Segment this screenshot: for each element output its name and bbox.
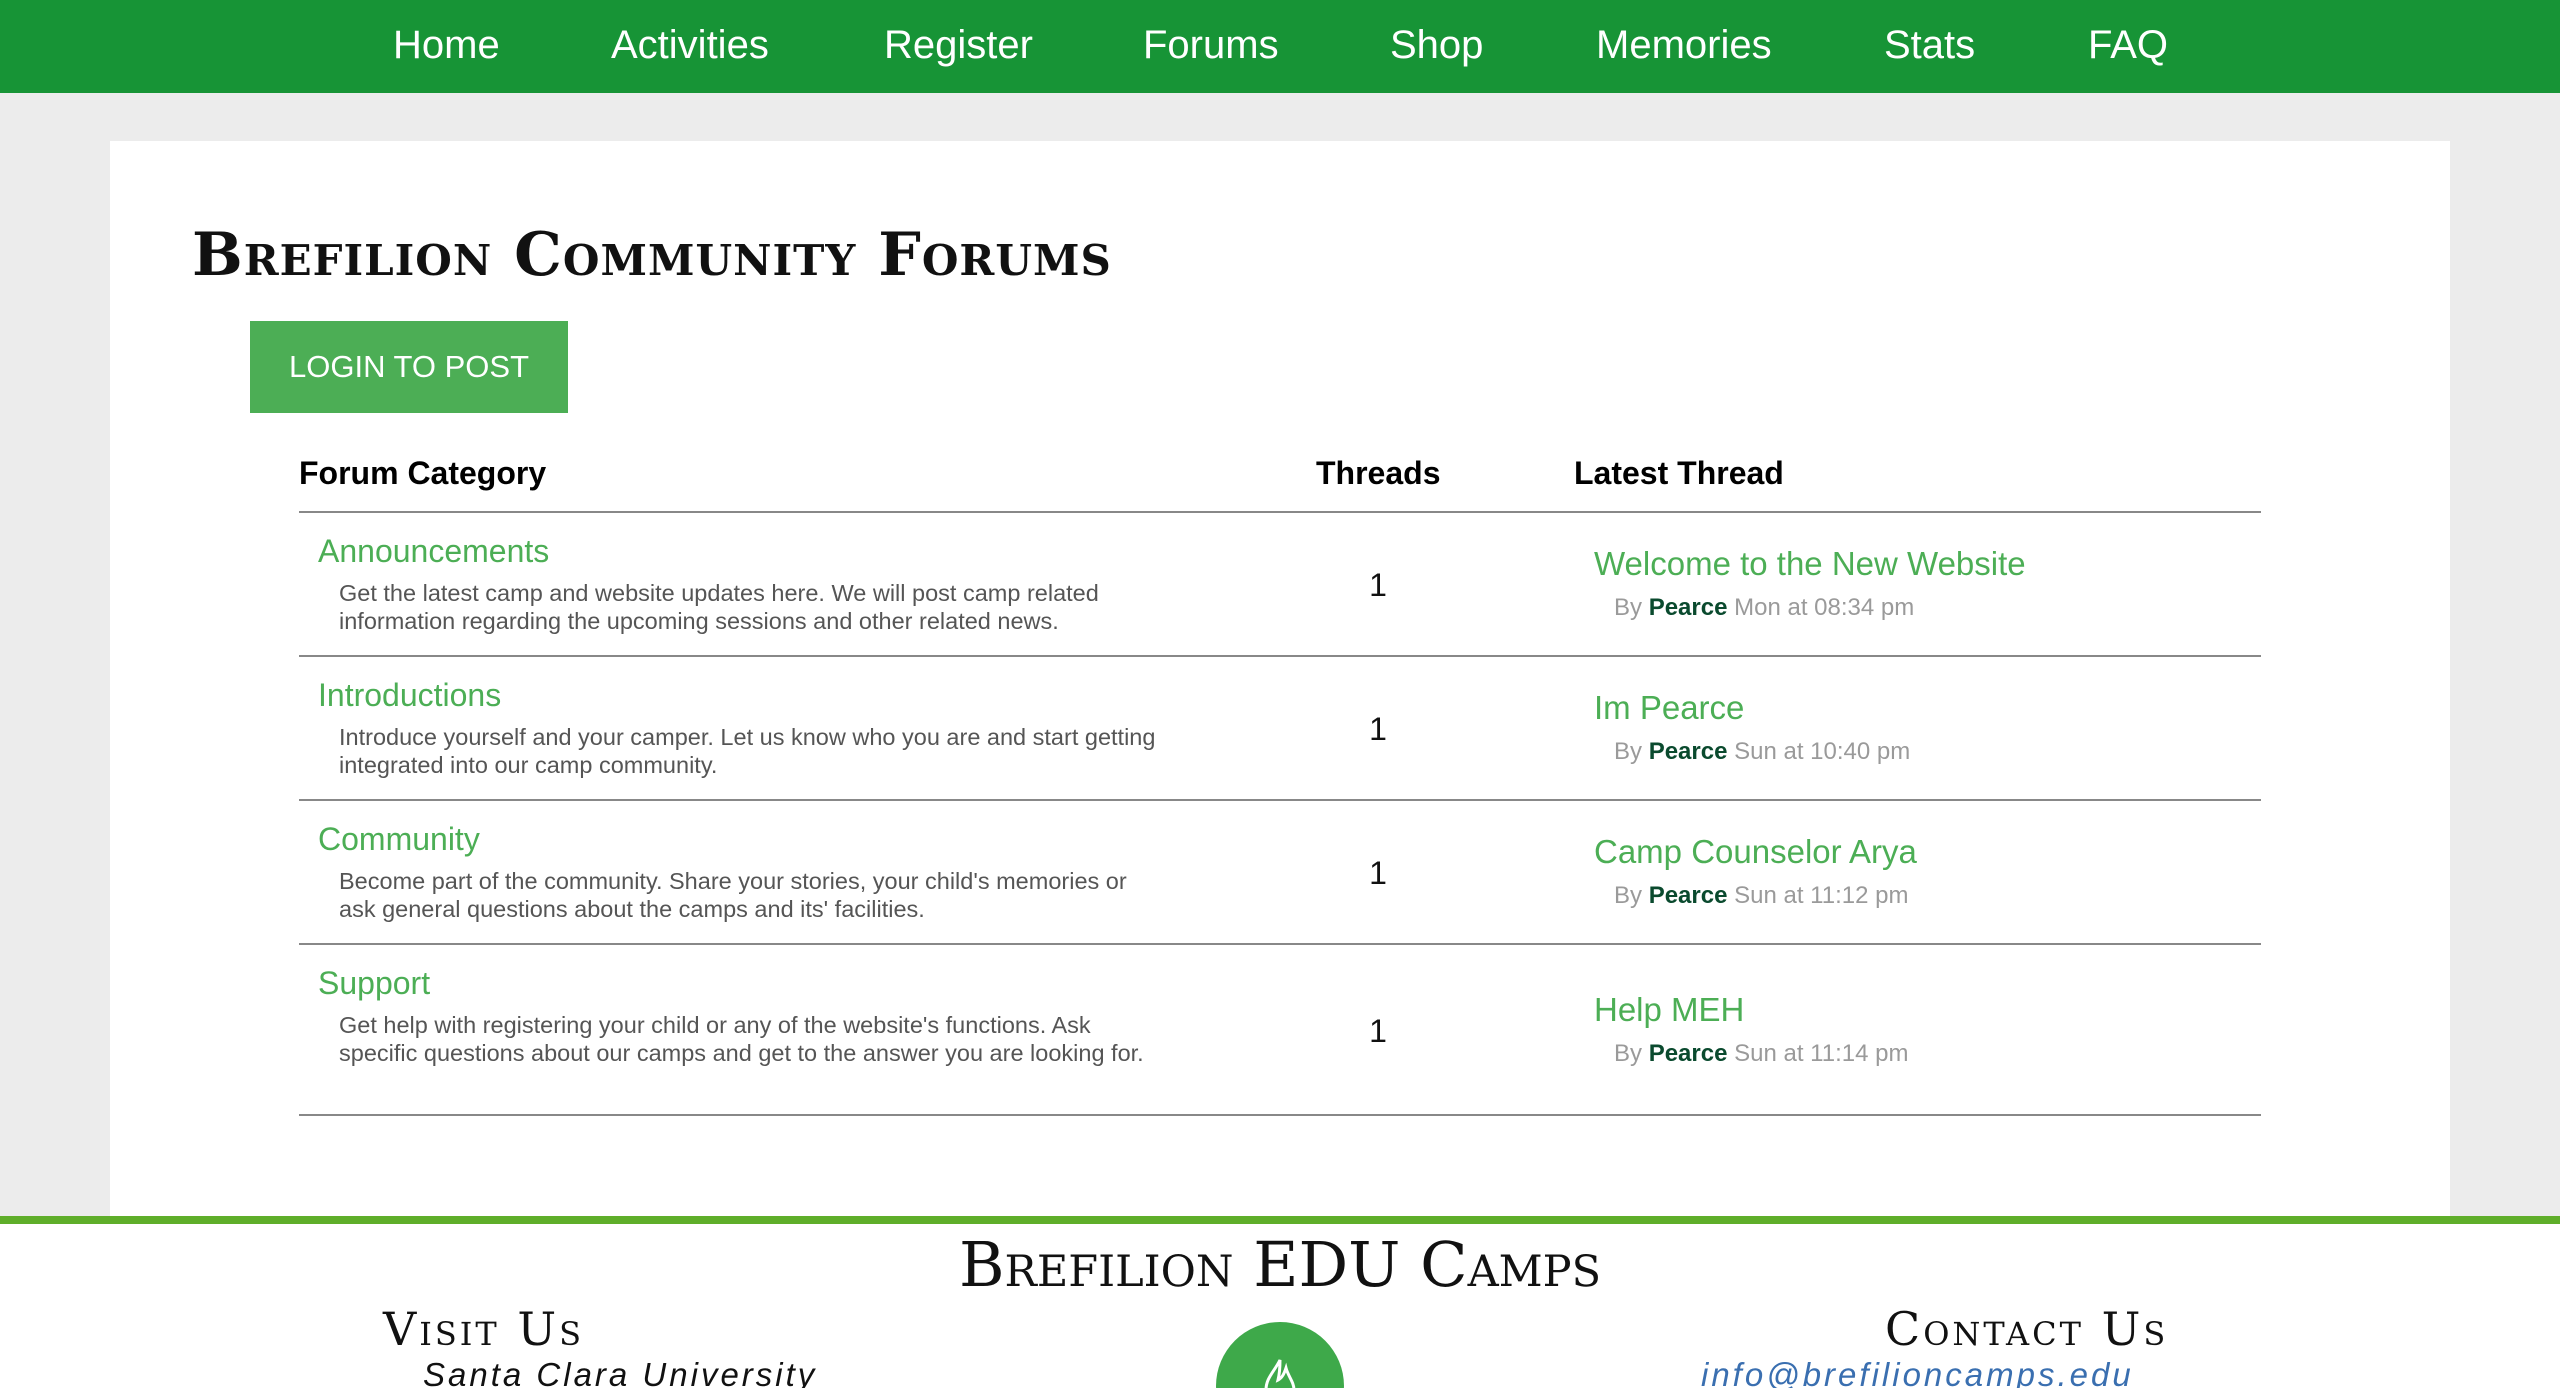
contact-us-heading: Contact Us (1885, 1302, 2169, 1356)
nav-memories[interactable]: Memories (1596, 0, 1772, 93)
category-description: Get the latest camp and website updates … (339, 580, 1099, 634)
contact-email-link[interactable]: info@brefilioncamps.edu (1701, 1356, 2134, 1388)
row-divider (299, 655, 2261, 657)
header-forum-category: Forum Category (299, 455, 547, 491)
nav-activities[interactable]: Activities (611, 0, 769, 93)
latest-thread-meta: By Pearce Sun at 10:40 pm (1614, 738, 1910, 766)
by-label: By (1614, 882, 1643, 909)
row-divider (299, 943, 2261, 945)
login-to-post-button[interactable]: LOGIN TO POST (250, 321, 568, 413)
nav-home[interactable]: Home (393, 0, 500, 93)
latest-thread-meta: By Pearce Sun at 11:14 pm (1614, 1040, 1908, 1068)
table-bottom-divider (299, 1114, 2261, 1116)
by-label: By (1614, 594, 1643, 621)
category-link-community[interactable]: Community (318, 821, 480, 858)
footer-title: Brefilion EDU Camps (958, 1228, 1602, 1301)
thread-count: 1 (1369, 1013, 1387, 1049)
flame-logo-icon (1216, 1322, 1344, 1388)
post-time: Sun at 10:40 pm (1734, 738, 1911, 765)
visit-us-heading: Visit Us (383, 1302, 585, 1356)
thread-count: 1 (1369, 567, 1387, 603)
category-link-introductions[interactable]: Introductions (318, 677, 501, 714)
header-threads: Threads (1316, 455, 1441, 491)
latest-thread-link[interactable]: Help MEH (1594, 991, 1744, 1029)
latest-thread-meta: By Pearce Sun at 11:12 pm (1614, 882, 1908, 910)
latest-thread-meta: By Pearce Mon at 08:34 pm (1614, 594, 1914, 622)
latest-thread-link[interactable]: Camp Counselor Arya (1594, 833, 1917, 871)
nav-shop[interactable]: Shop (1390, 0, 1483, 93)
author-link[interactable]: Pearce (1649, 738, 1728, 765)
thread-count: 1 (1369, 855, 1387, 891)
category-description: Become part of the community. Share your… (339, 868, 1127, 922)
category-link-support[interactable]: Support (318, 965, 430, 1002)
nav-stats[interactable]: Stats (1884, 0, 1975, 93)
category-description: Get help with registering your child or … (339, 1012, 1144, 1066)
latest-thread-link[interactable]: Im Pearce (1594, 689, 1744, 727)
category-description: Introduce yourself and your camper. Let … (339, 724, 1156, 778)
by-label: By (1614, 1040, 1643, 1067)
author-link[interactable]: Pearce (1649, 1040, 1728, 1067)
table-header-divider (299, 511, 2261, 513)
latest-thread-link[interactable]: Welcome to the New Website (1594, 545, 2026, 583)
thread-count: 1 (1369, 711, 1387, 747)
row-divider (299, 799, 2261, 801)
page-title: Brefilion Community Forums (192, 220, 1112, 290)
footer-accent-line (0, 1216, 2560, 1224)
address-text: Santa Clara University (423, 1356, 818, 1388)
author-link[interactable]: Pearce (1649, 594, 1728, 621)
post-time: Sun at 11:12 pm (1734, 882, 1909, 909)
category-link-announcements[interactable]: Announcements (318, 533, 549, 570)
author-link[interactable]: Pearce (1649, 882, 1728, 909)
nav-register[interactable]: Register (884, 0, 1033, 93)
post-time: Sun at 11:14 pm (1734, 1040, 1909, 1067)
by-label: By (1614, 738, 1643, 765)
post-time: Mon at 08:34 pm (1734, 594, 1915, 621)
top-nav: Home Activities Register Forums Shop Mem… (0, 0, 2560, 93)
header-latest-thread: Latest Thread (1574, 455, 1784, 491)
nav-faq[interactable]: FAQ (2088, 0, 2168, 93)
nav-forums[interactable]: Forums (1143, 0, 1279, 93)
